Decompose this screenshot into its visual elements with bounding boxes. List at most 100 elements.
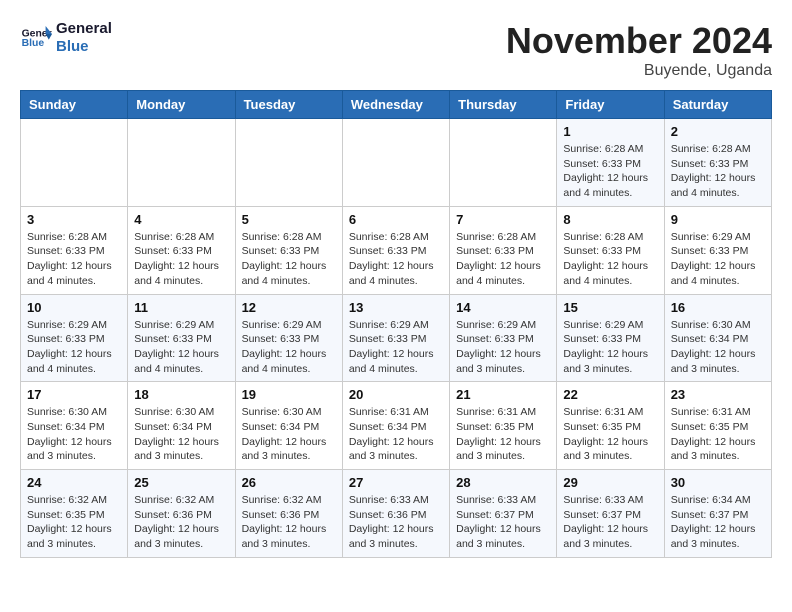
day-info: Sunset: 6:33 PM — [134, 332, 228, 347]
day-number: 29 — [563, 475, 657, 490]
col-header-sunday: Sunday — [21, 91, 128, 119]
calendar-cell — [342, 119, 449, 207]
day-number: 13 — [349, 300, 443, 315]
day-info: Sunset: 6:33 PM — [456, 332, 550, 347]
day-number: 10 — [27, 300, 121, 315]
day-number: 2 — [671, 124, 765, 139]
day-info: Daylight: 12 hours and 3 minutes. — [563, 435, 657, 464]
day-info: Daylight: 12 hours and 3 minutes. — [456, 435, 550, 464]
calendar-cell: 29 Sunrise: 6:33 AMSunset: 6:37 PMDayligh… — [557, 470, 664, 558]
day-info: Sunrise: 6:32 AM — [27, 493, 121, 508]
day-number: 14 — [456, 300, 550, 315]
day-info: Sunrise: 6:30 AM — [27, 405, 121, 420]
calendar-cell: 6Sunrise: 6:28 AMSunset: 6:33 PMDaylight… — [342, 206, 449, 294]
logo-general: General — [56, 20, 112, 38]
day-info: Sunset: 6:34 PM — [134, 420, 228, 435]
day-info: Sunset: 6:35 PM — [27, 508, 121, 523]
day-info: Sunrise: 6:32 AM — [242, 493, 336, 508]
title-block: November 2024 Buyende, Uganda — [506, 20, 772, 80]
day-info: Daylight: 12 hours and 3 minutes. — [134, 435, 228, 464]
day-number: 25 — [134, 475, 228, 490]
day-info: Sunrise: 6:31 AM — [456, 405, 550, 420]
calendar-cell — [128, 119, 235, 207]
day-number: 19 — [242, 387, 336, 402]
day-info: Daylight: 12 hours and 4 minutes. — [563, 171, 657, 200]
calendar-cell: 10 Sunrise: 6:29 AMSunset: 6:33 PMDayligh… — [21, 294, 128, 382]
day-info: Sunrise: 6:29 AM — [563, 318, 657, 333]
calendar-cell: 12Sunrise: 6:29 AMSunset: 6:33 PMDayligh… — [235, 294, 342, 382]
calendar-cell: 22Sunrise: 6:31 AMSunset: 6:35 PMDayligh… — [557, 382, 664, 470]
day-info: Sunset: 6:35 PM — [563, 420, 657, 435]
day-info: Sunset: 6:33 PM — [671, 157, 765, 172]
day-info: Daylight: 12 hours and 4 minutes. — [134, 259, 228, 288]
day-number: 26 — [242, 475, 336, 490]
day-number: 4 — [134, 212, 228, 227]
day-info: Sunrise: 6:31 AM — [671, 405, 765, 420]
day-info: Daylight: 12 hours and 3 minutes. — [242, 522, 336, 551]
calendar-cell: 11Sunrise: 6:29 AMSunset: 6:33 PMDayligh… — [128, 294, 235, 382]
day-info: Sunset: 6:33 PM — [242, 332, 336, 347]
day-number: 15 — [563, 300, 657, 315]
day-info: Sunset: 6:36 PM — [349, 508, 443, 523]
col-header-monday: Monday — [128, 91, 235, 119]
day-info: Daylight: 12 hours and 3 minutes. — [134, 522, 228, 551]
logo-icon: General Blue — [20, 22, 52, 54]
day-info: Sunrise: 6:28 AM — [242, 230, 336, 245]
day-info: Sunset: 6:33 PM — [349, 332, 443, 347]
location-subtitle: Buyende, Uganda — [506, 62, 772, 80]
day-number: 8 — [563, 212, 657, 227]
day-info: Daylight: 12 hours and 4 minutes. — [27, 259, 121, 288]
calendar-cell: 9Sunrise: 6:29 AMSunset: 6:33 PMDaylight… — [664, 206, 771, 294]
day-info: Daylight: 12 hours and 3 minutes. — [242, 435, 336, 464]
day-info: Sunset: 6:37 PM — [563, 508, 657, 523]
day-info: Daylight: 12 hours and 4 minutes. — [456, 259, 550, 288]
day-number: 3 — [27, 212, 121, 227]
col-header-saturday: Saturday — [664, 91, 771, 119]
day-info: Sunrise: 6:29 AM — [27, 318, 121, 333]
day-number: 16 — [671, 300, 765, 315]
day-info: Sunset: 6:36 PM — [242, 508, 336, 523]
calendar-cell: 8Sunrise: 6:28 AMSunset: 6:33 PMDaylight… — [557, 206, 664, 294]
calendar-cell: 28Sunrise: 6:33 AMSunset: 6:37 PMDayligh… — [450, 470, 557, 558]
day-info: Sunset: 6:37 PM — [671, 508, 765, 523]
calendar-cell: 21Sunrise: 6:31 AMSunset: 6:35 PMDayligh… — [450, 382, 557, 470]
day-info: Daylight: 12 hours and 4 minutes. — [242, 347, 336, 376]
col-header-thursday: Thursday — [450, 91, 557, 119]
day-info: Sunset: 6:35 PM — [671, 420, 765, 435]
day-info: Sunset: 6:36 PM — [134, 508, 228, 523]
day-info: Daylight: 12 hours and 3 minutes. — [671, 435, 765, 464]
day-info: Sunset: 6:34 PM — [671, 332, 765, 347]
day-info: Daylight: 12 hours and 4 minutes. — [563, 259, 657, 288]
day-info: Daylight: 12 hours and 3 minutes. — [456, 522, 550, 551]
day-number: 17 — [27, 387, 121, 402]
day-number: 22 — [563, 387, 657, 402]
day-info: Sunrise: 6:28 AM — [27, 230, 121, 245]
day-info: Sunset: 6:33 PM — [456, 244, 550, 259]
day-info: Sunrise: 6:33 AM — [456, 493, 550, 508]
calendar-cell: 27Sunrise: 6:33 AMSunset: 6:36 PMDayligh… — [342, 470, 449, 558]
logo-blue: Blue — [56, 38, 112, 56]
col-header-wednesday: Wednesday — [342, 91, 449, 119]
day-info: Daylight: 12 hours and 3 minutes. — [671, 522, 765, 551]
day-info: Daylight: 12 hours and 3 minutes. — [27, 522, 121, 551]
day-info: Sunset: 6:34 PM — [349, 420, 443, 435]
day-info: Daylight: 12 hours and 3 minutes. — [456, 347, 550, 376]
day-info: Sunset: 6:34 PM — [242, 420, 336, 435]
page-header: General Blue General Blue November 2024 … — [20, 20, 772, 80]
week-row-3: 10Sunrise: 6:29 AMSunset: 6:33 PMDayligh… — [21, 294, 772, 382]
day-info: Daylight: 12 hours and 4 minutes. — [27, 347, 121, 376]
day-info: Sunrise: 6:33 AM — [563, 493, 657, 508]
calendar-cell: 25Sunrise: 6:32 AMSunset: 6:36 PMDayligh… — [128, 470, 235, 558]
calendar-cell: 7Sunrise: 6:28 AMSunset: 6:33 PMDaylight… — [450, 206, 557, 294]
day-info: Sunset: 6:33 PM — [242, 244, 336, 259]
col-header-friday: Friday — [557, 91, 664, 119]
day-number: 11 — [134, 300, 228, 315]
day-info: Sunset: 6:33 PM — [27, 332, 121, 347]
day-info: Sunset: 6:33 PM — [349, 244, 443, 259]
day-number: 7 — [456, 212, 550, 227]
calendar-cell — [21, 119, 128, 207]
calendar-cell: 4Sunrise: 6:28 AMSunset: 6:33 PMDaylight… — [128, 206, 235, 294]
day-info: Daylight: 12 hours and 3 minutes. — [563, 522, 657, 551]
day-info: Daylight: 12 hours and 3 minutes. — [27, 435, 121, 464]
day-info: Sunrise: 6:29 AM — [242, 318, 336, 333]
